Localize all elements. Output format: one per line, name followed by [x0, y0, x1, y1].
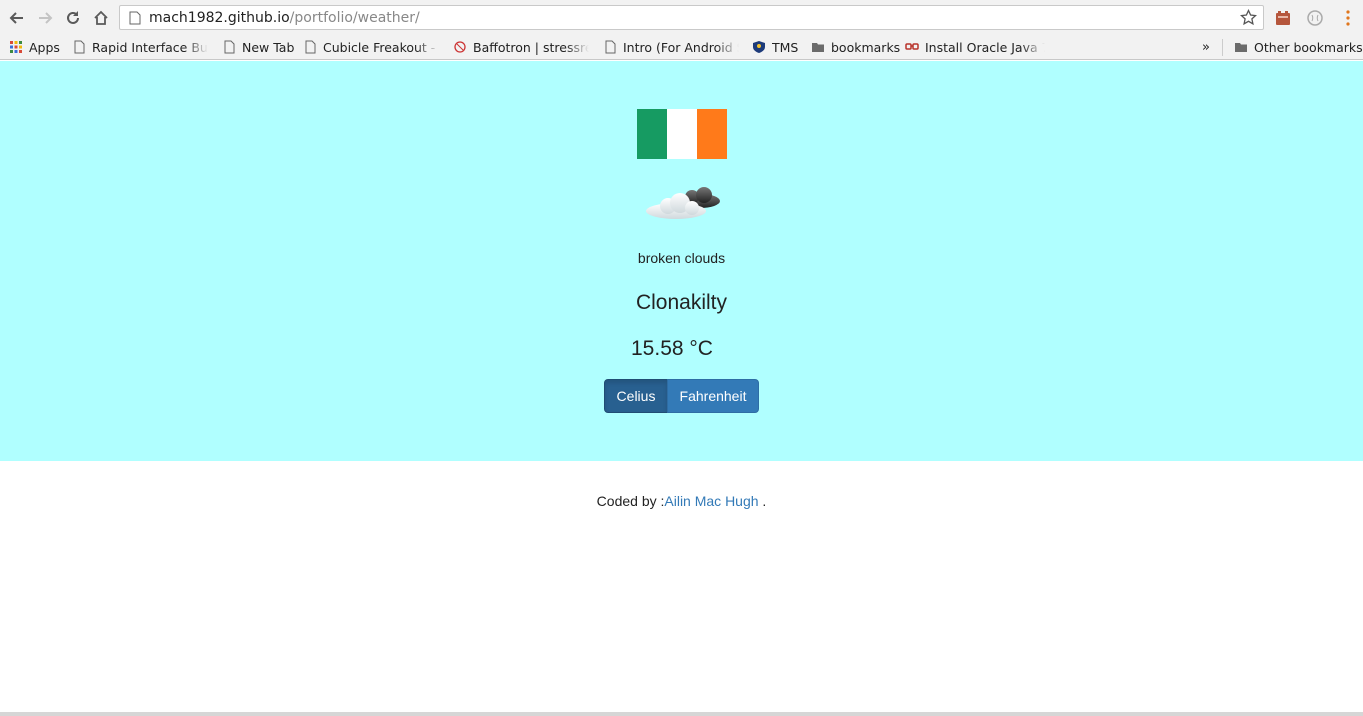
reload-button[interactable] — [63, 8, 83, 28]
fahrenheit-button[interactable]: Fahrenheit — [667, 379, 759, 413]
broken-clouds-icon — [646, 187, 720, 219]
bookmarks-bar: Apps Rapid Interface Build New Tab Cubic… — [0, 35, 1363, 60]
home-icon — [94, 10, 108, 25]
overflow-chevron-icon: » — [1202, 39, 1210, 55]
url-host: mach1982.github.io — [149, 10, 290, 26]
forward-button[interactable] — [35, 8, 55, 28]
page-icon — [305, 40, 316, 54]
author-link[interactable]: Ailin Mac Hugh — [664, 493, 758, 509]
page-icon — [129, 11, 141, 25]
flag-stripe-white — [667, 109, 697, 159]
bookmark-install-oracle-java[interactable]: Install Oracle Java 7 i — [905, 38, 1045, 56]
back-arrow-icon — [9, 12, 23, 24]
reload-icon — [67, 11, 79, 24]
apps-grid-icon — [10, 41, 22, 53]
forward-arrow-icon — [39, 12, 53, 24]
bookmark-label: TMS — [772, 39, 799, 55]
bookmark-intro-android[interactable]: Intro (For Android Stu — [603, 38, 739, 56]
url-path: /portfolio/weather/ — [289, 10, 420, 26]
bookmark-folder-bookmarks[interactable]: bookmarks — [811, 38, 900, 56]
bookmarks-overflow-button[interactable]: » — [1202, 38, 1210, 56]
footer-prefix: Coded by : — [596, 493, 665, 509]
window-bottom-edge — [0, 712, 1363, 716]
folder-icon — [1235, 43, 1247, 52]
bookmark-label: Apps — [29, 39, 60, 55]
bookmark-label: Baffotron | stressrel — [473, 39, 589, 55]
glasses-icon — [905, 43, 919, 50]
url-text: mach1982.github.io/portfolio/weather/ — [149, 9, 420, 27]
celsius-button[interactable]: Celius — [604, 379, 668, 413]
city-name: Clonakilty — [635, 291, 728, 314]
flag-stripe-orange — [697, 109, 727, 159]
country-flag — [637, 109, 727, 159]
other-bookmarks-label: Other bookmarks — [1254, 39, 1363, 55]
bookmark-baffotron[interactable]: Baffotron | stressrel — [453, 38, 589, 56]
extension-icon[interactable] — [1274, 9, 1292, 27]
back-button[interactable] — [7, 8, 27, 28]
bookmark-cubicle-freakout[interactable]: Cubicle Freakout - Fla — [303, 38, 439, 56]
footer-credit: Coded by :Ailin Mac Hugh . — [0, 493, 1363, 509]
folder-icon — [812, 43, 824, 52]
bookmark-label: New Tab — [242, 39, 295, 55]
bookmark-star-icon[interactable] — [1240, 9, 1257, 26]
other-bookmarks[interactable]: Other bookmarks — [1234, 38, 1363, 56]
flag-stripe-green — [637, 109, 667, 159]
page-icon — [605, 40, 616, 54]
bookmark-label: bookmarks — [831, 39, 901, 55]
page-icon — [224, 40, 235, 54]
bookmark-new-tab[interactable]: New Tab — [222, 38, 294, 56]
weather-description: broken clouds — [637, 250, 726, 266]
temperature-value: 15.58 °C — [631, 337, 713, 360]
address-bar[interactable]: mach1982.github.io/portfolio/weather/ — [119, 5, 1264, 30]
bookmarks-divider — [1222, 39, 1223, 56]
bookmark-label: Rapid Interface Build — [92, 39, 208, 55]
menu-kebab-icon[interactable] — [1339, 9, 1357, 27]
page-icon — [74, 40, 85, 54]
unit-toggle-group: Celius Fahrenheit — [604, 379, 759, 413]
bookmark-label: Cubicle Freakout - Fla — [323, 39, 439, 55]
bookmark-apps[interactable]: Apps — [9, 38, 60, 56]
profile-extension-icon[interactable] — [1306, 9, 1324, 27]
browser-toolbar: mach1982.github.io/portfolio/weather/ — [0, 0, 1363, 35]
bookmark-rapid-interface[interactable]: Rapid Interface Build — [72, 38, 208, 56]
bookmark-label: Install Oracle Java 7 i — [925, 39, 1045, 55]
footer-suffix: . — [758, 493, 767, 509]
bookmark-label: Intro (For Android Stu — [623, 39, 739, 55]
weather-panel: broken clouds Clonakilty 15.58 °C Celius… — [0, 61, 1363, 461]
tms-shield-icon — [753, 41, 765, 53]
bookmark-tms[interactable]: TMS — [752, 38, 798, 56]
home-button[interactable] — [91, 8, 111, 28]
baffotron-icon — [454, 41, 466, 53]
